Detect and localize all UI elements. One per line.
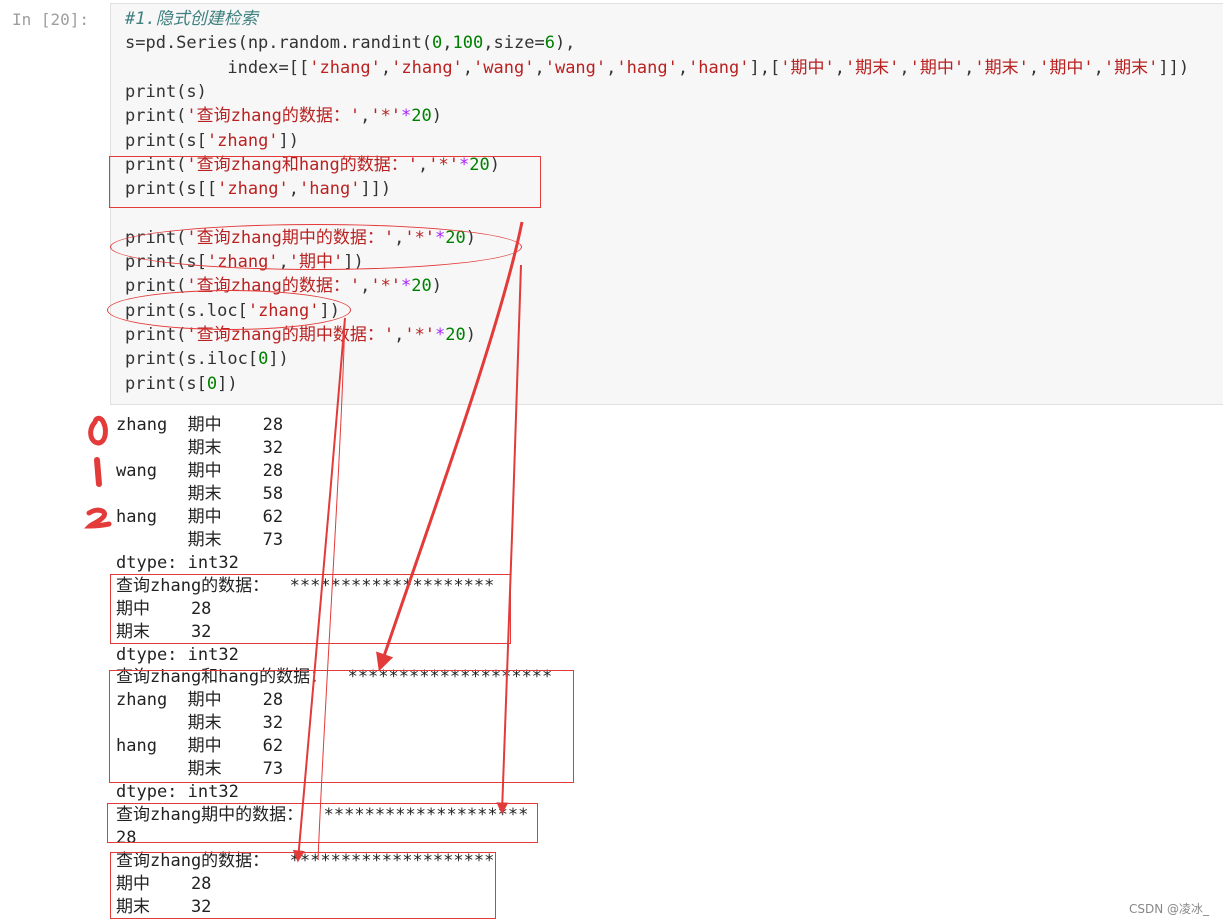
handwritten-two — [83, 507, 112, 529]
arrow-qizhong-to-output — [496, 264, 522, 815]
handwritten-zero — [88, 415, 108, 446]
watermark: CSDN @凌冰_ — [1128, 902, 1209, 916]
arrow-multi-to-output — [376, 221, 524, 672]
annotation-layer — [83, 221, 524, 863]
handwritten-one — [94, 457, 102, 487]
